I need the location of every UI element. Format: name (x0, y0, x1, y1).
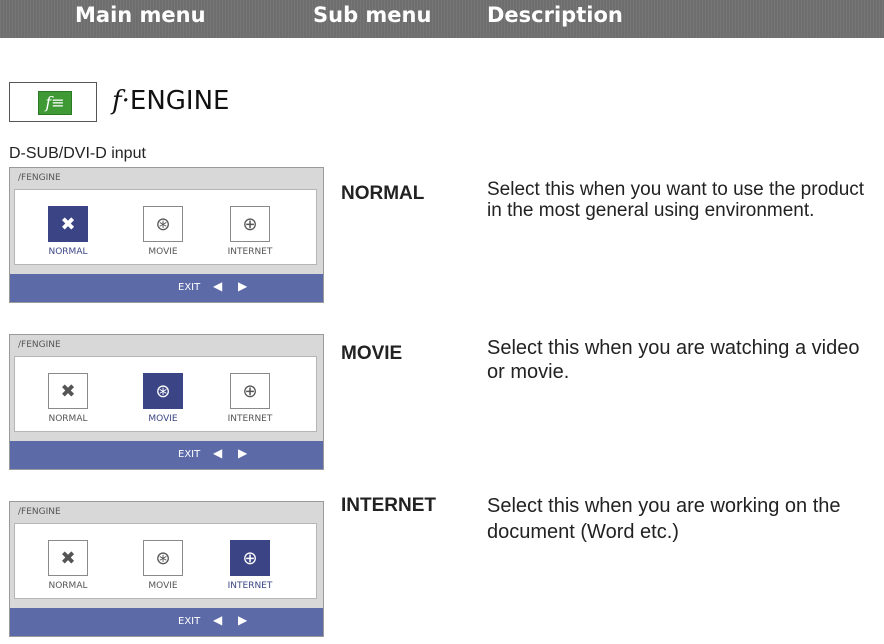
fengine-button-icon: f≡ (9, 82, 97, 122)
osd-title: /FENGINE (18, 507, 61, 517)
normal-option-icon[interactable]: ✖ (48, 206, 88, 242)
osd-screen-internet: /FENGINE ✖ ⊛ ⊕ NORMAL MOVIE INTERNET EXI… (9, 501, 324, 637)
submenu-internet: INTERNET (341, 495, 436, 516)
osd-bottom-bar: EXIT ◀ ▶ (10, 441, 323, 469)
movie-option-icon[interactable]: ⊛ (143, 206, 183, 242)
exit-button[interactable]: EXIT (178, 449, 200, 460)
osd-title: /FENGINE (18, 173, 61, 183)
left-arrow-icon[interactable]: ◀ (213, 279, 222, 293)
normal-option-icon[interactable]: ✖ (48, 540, 88, 576)
osd-panel: ✖ ⊛ ⊕ NORMAL MOVIE INTERNET (14, 523, 317, 599)
internet-option-label: INTERNET (227, 581, 273, 591)
sub-menu-header: Sub menu (313, 3, 432, 27)
normal-option-icon[interactable]: ✖ (48, 373, 88, 409)
submenu-movie: MOVIE (341, 343, 403, 364)
normal-option-label: NORMAL (48, 414, 88, 424)
movie-option-icon[interactable]: ⊛ (143, 540, 183, 576)
fengine-prefix: f· (112, 86, 130, 116)
osd-bottom-bar: EXIT ◀ ▶ (10, 608, 323, 636)
fengine-name: ENGINE (129, 86, 230, 116)
submenu-normal: NORMAL (341, 183, 425, 204)
description-normal: Select this when you want to use the pro… (487, 179, 865, 221)
description-internet: Select this when you are working on the … (487, 495, 841, 543)
osd-screen-normal: /FENGINE ✖ ⊛ ⊕ NORMAL MOVIE INTERNET EXI… (9, 167, 324, 303)
input-label: D-SUB/DVI-D input (9, 145, 146, 162)
right-arrow-icon[interactable]: ▶ (238, 446, 247, 460)
description-movie: Select this when you are watching a vide… (487, 337, 860, 383)
exit-button[interactable]: EXIT (178, 616, 200, 627)
right-arrow-icon[interactable]: ▶ (238, 613, 247, 627)
movie-option-icon[interactable]: ⊛ (143, 373, 183, 409)
internet-option-label: INTERNET (227, 414, 273, 424)
osd-screen-movie: /FENGINE ✖ ⊛ ⊕ NORMAL MOVIE INTERNET EXI… (9, 334, 324, 470)
osd-bottom-bar: EXIT ◀ ▶ (10, 274, 323, 302)
osd-panel: ✖ ⊛ ⊕ NORMAL MOVIE INTERNET (14, 356, 317, 432)
left-arrow-icon[interactable]: ◀ (213, 613, 222, 627)
internet-option-icon[interactable]: ⊕ (230, 540, 270, 576)
fengine-title: f·ENGINE (112, 86, 229, 116)
osd-panel: ✖ ⊛ ⊕ NORMAL MOVIE INTERNET (14, 189, 317, 265)
internet-option-icon[interactable]: ⊕ (230, 206, 270, 242)
table-header: Main menu Sub menu Description (0, 0, 884, 38)
osd-title: /FENGINE (18, 340, 61, 350)
movie-option-label: MOVIE (148, 247, 178, 257)
internet-option-icon[interactable]: ⊕ (230, 373, 270, 409)
internet-option-label: INTERNET (227, 247, 273, 257)
movie-option-label: MOVIE (148, 581, 178, 591)
exit-button[interactable]: EXIT (178, 282, 200, 293)
right-arrow-icon[interactable]: ▶ (238, 279, 247, 293)
movie-option-label: MOVIE (148, 414, 178, 424)
normal-option-label: NORMAL (48, 247, 88, 257)
description-header: Description (487, 3, 623, 27)
normal-option-label: NORMAL (48, 581, 88, 591)
fengine-icon: f≡ (38, 91, 72, 115)
left-arrow-icon[interactable]: ◀ (213, 446, 222, 460)
main-menu-header: Main menu (75, 3, 206, 27)
